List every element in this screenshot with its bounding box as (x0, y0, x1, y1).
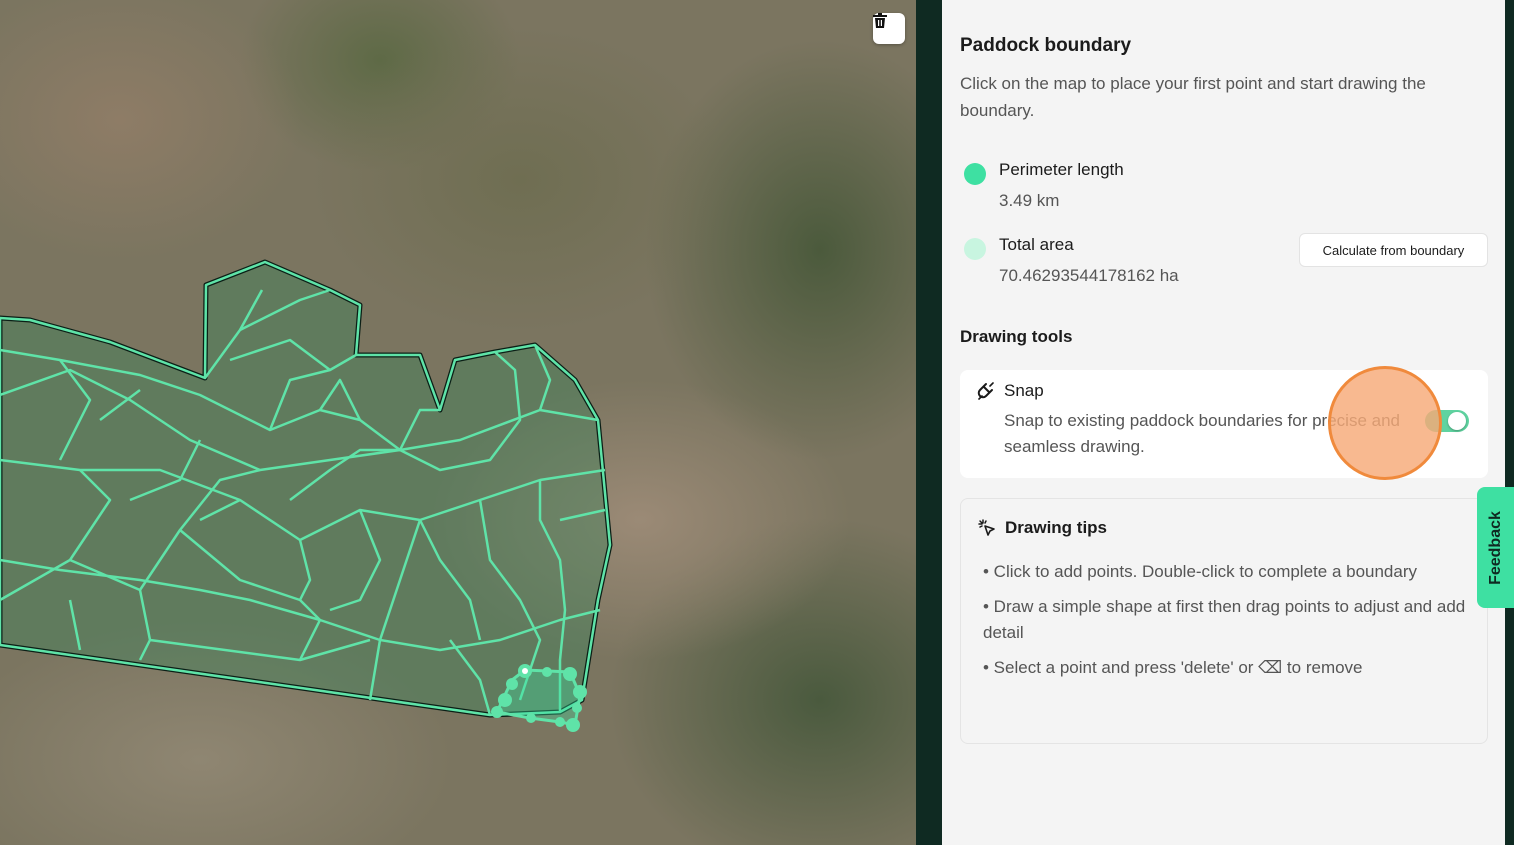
tip-item: • Draw a simple shape at first then drag… (983, 597, 1466, 642)
drawing-tips-list: • Click to add points. Double-click to c… (983, 559, 1473, 690)
snap-card: Snap Snap to existing paddock boundaries… (960, 370, 1488, 478)
midpoint-handle[interactable] (542, 667, 552, 677)
snap-toggle[interactable] (1425, 410, 1469, 432)
magnet-icon (977, 382, 994, 400)
perimeter-label: Perimeter length (999, 160, 1124, 179)
drawing-tips-card: Drawing tips • Click to add points. Doub… (960, 498, 1488, 744)
drawing-tips-title: Drawing tips (1005, 518, 1108, 537)
sparkle-cursor-icon (978, 519, 995, 536)
snap-label: Snap (1004, 381, 1044, 400)
vertex-handle[interactable] (566, 718, 580, 732)
snap-toggle-knob (1448, 412, 1466, 430)
area-label: Total area (999, 235, 1074, 254)
vertex-handle[interactable] (506, 678, 518, 690)
delete-boundary-button[interactable] (873, 13, 905, 44)
perimeter-dot-icon (964, 163, 986, 185)
perimeter-value: 3.49 km (999, 191, 1060, 210)
vertex-handle-center (522, 668, 528, 674)
vertex-handle[interactable] (573, 685, 587, 699)
calculate-from-boundary-button[interactable]: Calculate from boundary (1299, 233, 1488, 267)
tip-item: • Select a point and press 'delete' or ⌫… (983, 658, 1363, 677)
drawing-tools-title: Drawing tools (960, 327, 1073, 346)
vertex-handle[interactable] (491, 706, 503, 718)
midpoint-handle[interactable] (572, 703, 582, 713)
paddock-overlay[interactable] (0, 0, 916, 845)
panel-divider (916, 0, 942, 845)
tip-item: • Click to add points. Double-click to c… (983, 562, 1418, 581)
trash-icon (873, 13, 887, 28)
feedback-tab[interactable]: Feedback (1477, 487, 1514, 608)
snap-description: Snap to existing paddock boundaries for … (1004, 411, 1400, 456)
app: Paddock boundary Click on the map to pla… (0, 0, 1514, 845)
area-value: 70.46293544178162 ha (999, 266, 1179, 285)
area-dot-icon (964, 238, 986, 260)
panel-title: Paddock boundary (960, 35, 1132, 56)
panel-subtitle: Click on the map to place your first poi… (960, 74, 1426, 120)
right-edge (1505, 0, 1514, 845)
vertex-handle[interactable] (555, 717, 565, 727)
feedback-label: Feedback (1486, 510, 1504, 585)
vertex-handle[interactable] (563, 667, 577, 681)
vertex-handle[interactable] (498, 693, 512, 707)
midpoint-handle[interactable] (526, 713, 536, 723)
side-panel: Paddock boundary Click on the map to pla… (942, 0, 1505, 845)
satellite-map[interactable] (0, 0, 916, 845)
